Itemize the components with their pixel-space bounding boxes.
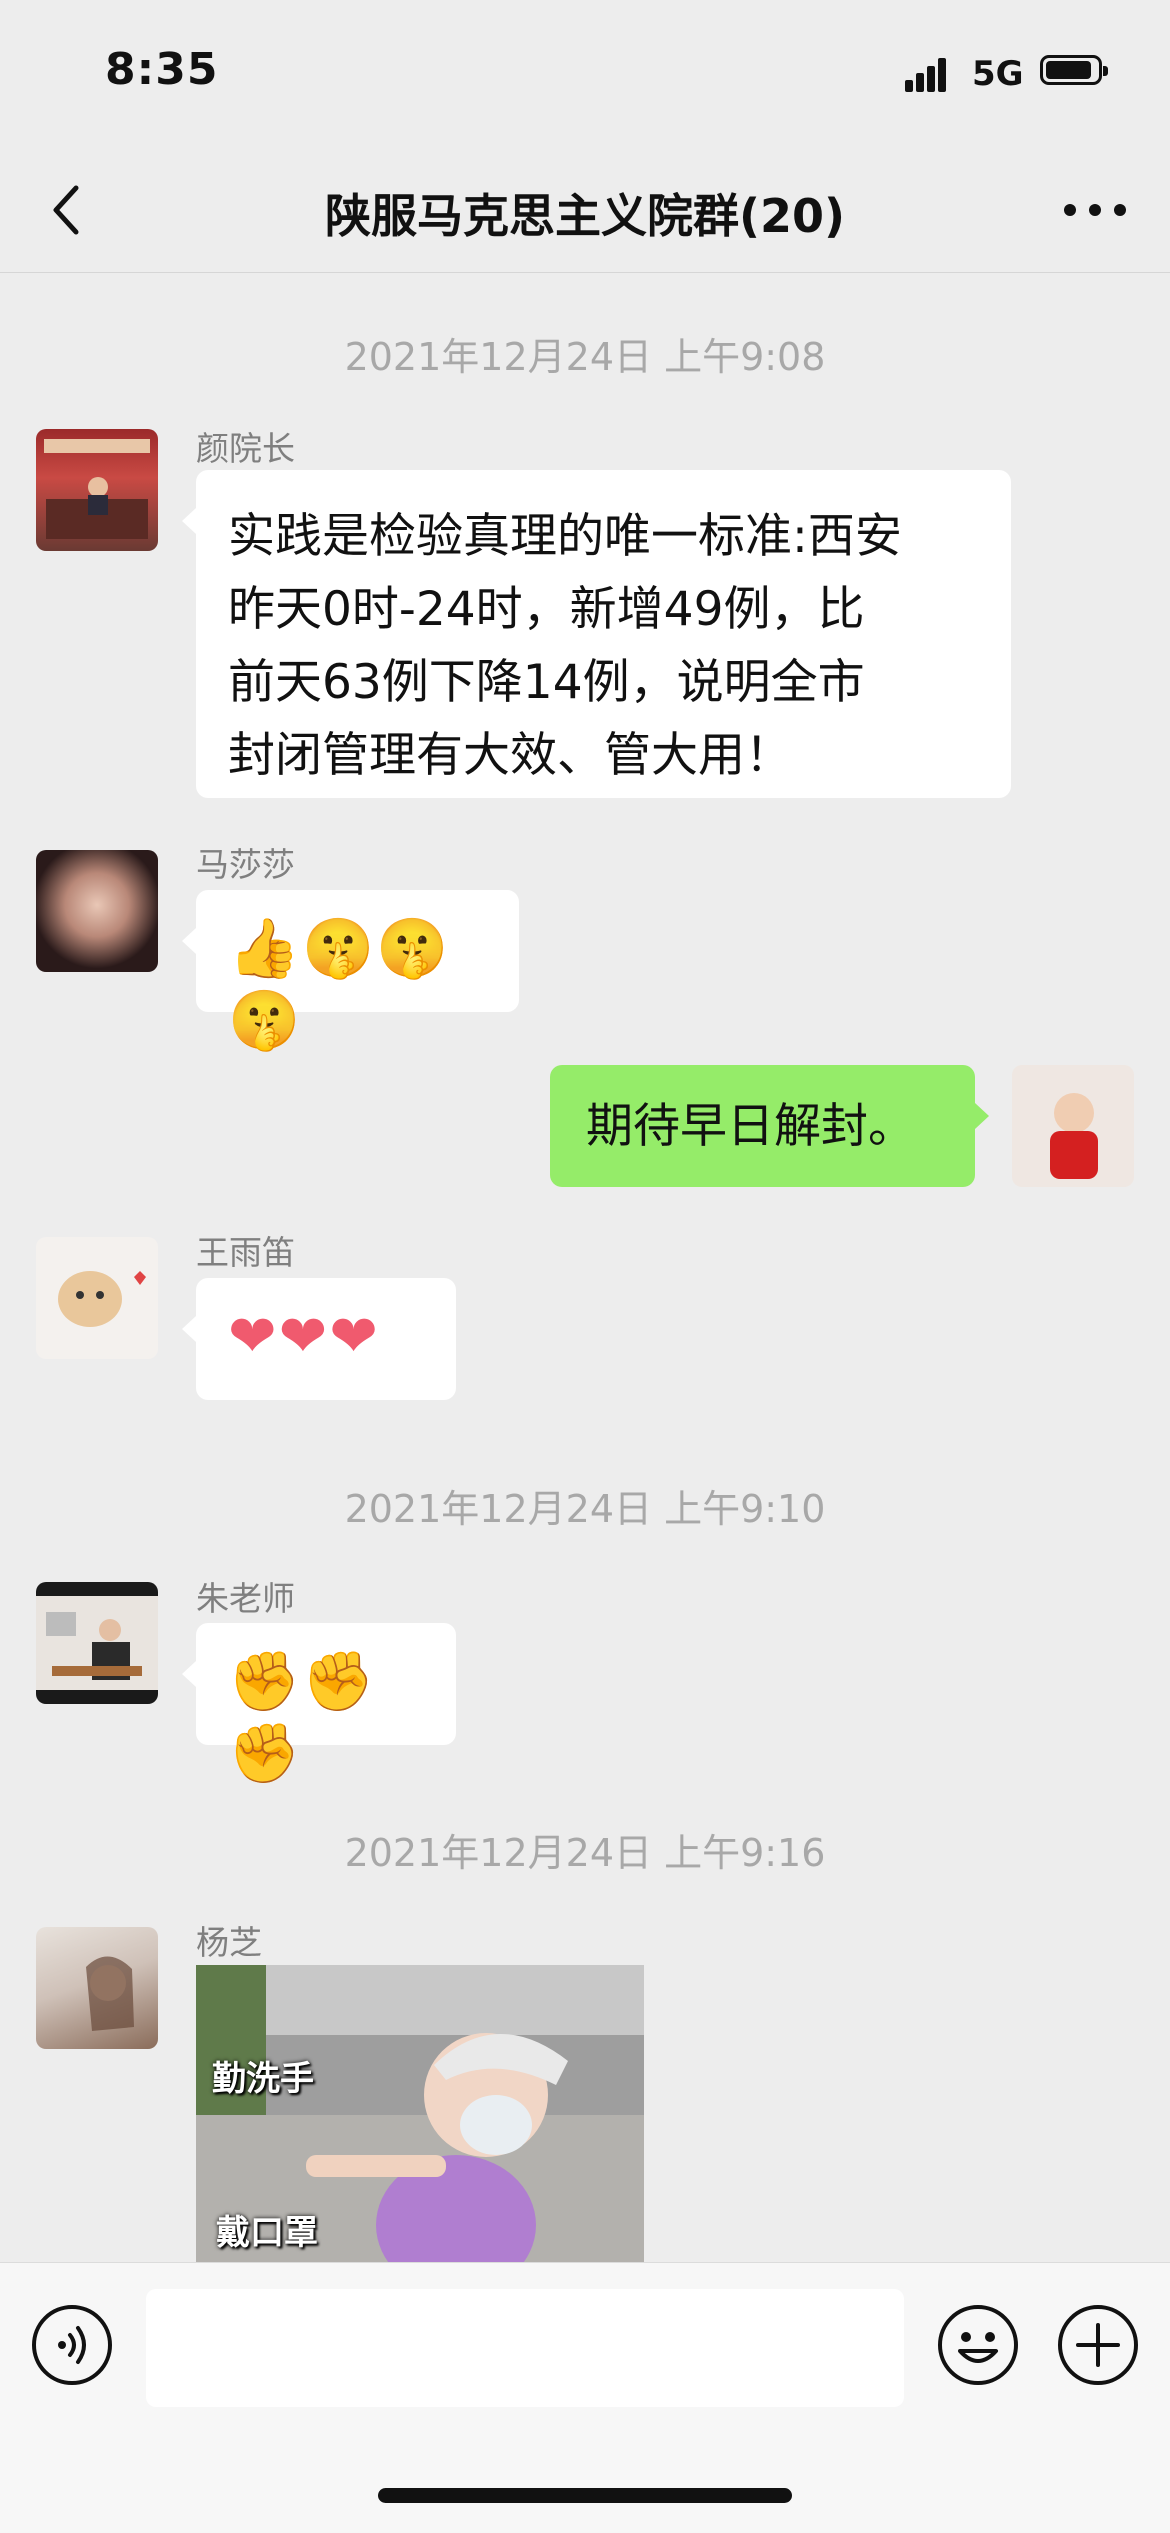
sender-name: 杨芝 <box>196 1923 262 1962</box>
message-bubble[interactable]: ✊✊✊ <box>182 1623 456 1787</box>
message-bubble[interactable]: 实践是检验真理的唯一标准:西安 昨天0时-24时，新增49例，比 前天63例下降… <box>182 470 1011 798</box>
input-bar <box>0 2262 1170 2533</box>
chat-title: 陕服马克思主义院群(20) <box>324 189 846 243</box>
message-emoji: ❤❤❤ <box>228 1302 380 1370</box>
emoji-button[interactable] <box>936 2303 1020 2387</box>
sender-name: 马莎莎 <box>196 845 295 884</box>
message-emoji: 👍🤫🤫🤫 <box>228 914 451 1054</box>
more-dots-icon <box>1064 204 1126 216</box>
avatar[interactable] <box>36 1582 158 1704</box>
message-timestamp: 2021年12月24日 上午9:10 <box>344 1487 826 1531</box>
message-text: 实践是检验真理的唯一标准:西安 昨天0时-24时，新增49例，比 前天63例下降… <box>228 509 902 783</box>
image-message[interactable]: 勤洗手 戴口罩 <box>196 1965 644 2262</box>
back-button[interactable] <box>40 180 100 240</box>
chat-header: 陕服马克思主义院群(20) <box>0 150 1170 273</box>
voice-icon <box>32 2305 112 2385</box>
more-button[interactable] <box>1060 180 1130 240</box>
sender-name: 颜院长 <box>196 429 295 468</box>
status-time: 8:35 <box>105 44 219 95</box>
message-timestamp: 2021年12月24日 上午9:08 <box>344 335 826 379</box>
voice-button[interactable] <box>30 2303 114 2387</box>
status-bar: 8:35 5G <box>0 0 1170 150</box>
chevron-left-icon <box>53 185 79 235</box>
message-bubble[interactable]: ❤❤❤ <box>182 1278 456 1400</box>
sender-name: 朱老师 <box>196 1579 295 1618</box>
sender-name: 王雨笛 <box>196 1233 295 1272</box>
smiley-icon <box>938 2305 1018 2385</box>
signal-icon <box>905 58 947 92</box>
avatar[interactable] <box>36 850 158 972</box>
message-list[interactable]: 2021年12月24日 上午9:08 颜院长 实践是检验真理的唯一标准:西安 昨… <box>0 272 1170 2262</box>
battery-icon <box>1040 55 1108 85</box>
message-emoji: ✊✊✊ <box>228 1647 377 1787</box>
message-input[interactable] <box>146 2289 904 2407</box>
network-label: 5G <box>972 54 1024 94</box>
avatar[interactable] <box>36 1927 158 2049</box>
plus-icon <box>1058 2305 1138 2385</box>
self-avatar[interactable] <box>1012 1065 1134 1187</box>
avatar[interactable] <box>36 429 158 551</box>
message-bubble-self[interactable]: 期待早日解封。 <box>550 1065 989 1187</box>
image-caption: 勤洗手 <box>212 2059 314 2099</box>
message-text: 期待早日解封。 <box>586 1099 915 1154</box>
image-caption: 戴口罩 <box>216 2213 318 2253</box>
home-indicator[interactable] <box>378 2488 792 2503</box>
more-functions-button[interactable] <box>1056 2303 1140 2387</box>
avatar[interactable] <box>36 1237 158 1359</box>
message-bubble[interactable]: 👍🤫🤫🤫 <box>182 890 519 1054</box>
message-timestamp: 2021年12月24日 上午9:16 <box>344 1831 826 1875</box>
